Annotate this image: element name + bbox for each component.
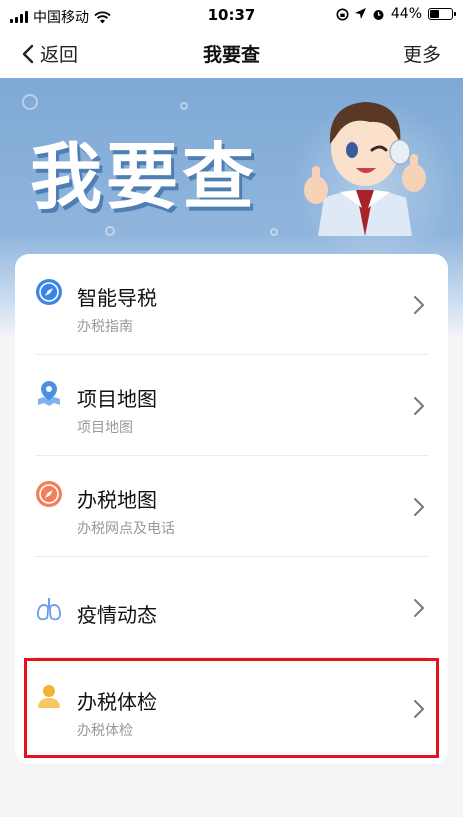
status-bar: 中国移动 10:37 44%: [0, 0, 463, 30]
more-button[interactable]: 更多: [403, 40, 441, 67]
menu-item-title: 办税地图: [77, 488, 157, 512]
menu-item-title: 项目地图: [77, 387, 157, 411]
decor-bubble: [22, 94, 38, 110]
navigation-bar: 返回 我要查 更多: [0, 30, 463, 78]
menu-item-project-map[interactable]: 项目地图 项目地图: [15, 355, 448, 456]
map-location-icon: [38, 381, 60, 406]
menu-card: 智能导税 办税指南 项目地图 项目地图 办税地图 办税网点及电话 疫情动态 办税…: [15, 254, 448, 764]
menu-item-tax-office-map[interactable]: 办税地图 办税网点及电话: [15, 456, 448, 557]
menu-item-subtitle: 办税体检: [77, 723, 133, 739]
alarm-icon: [373, 9, 384, 20]
chevron-right-icon: [414, 296, 424, 314]
location-icon: [354, 8, 366, 19]
compass-orange-icon: [36, 481, 62, 507]
banner-title: 我要查: [30, 135, 259, 219]
status-right: 44%: [336, 6, 456, 22]
battery-icon: [428, 8, 456, 20]
menu-item-subtitle: 办税网点及电话: [77, 521, 175, 537]
decor-bubble: [180, 102, 188, 110]
decor-bubble: [270, 228, 278, 236]
menu-item-subtitle: 项目地图: [77, 420, 133, 436]
person-icon: [38, 685, 60, 708]
battery-percent: 44%: [390, 6, 422, 22]
menu-item-subtitle: 办税指南: [77, 319, 133, 335]
chevron-right-icon: [414, 599, 424, 617]
menu-item-title: 疫情动态: [77, 603, 157, 627]
screen-lock-icon: [336, 8, 349, 20]
chevron-right-icon: [414, 498, 424, 516]
chevron-right-icon: [414, 700, 424, 718]
lungs-icon: [36, 598, 62, 621]
chevron-right-icon: [414, 397, 424, 415]
menu-item-tax-checkup[interactable]: 办税体检 办税体检: [15, 658, 448, 759]
menu-item-smart-tax-guide[interactable]: 智能导税 办税指南: [15, 254, 448, 355]
menu-item-title: 办税体检: [77, 690, 157, 714]
menu-item-epidemic-updates[interactable]: 疫情动态: [15, 557, 448, 658]
tax-officer-mascot: [304, 102, 426, 236]
decor-bubble: [105, 226, 115, 236]
page-title: 我要查: [202, 44, 260, 66]
compass-icon: [36, 279, 62, 305]
menu-item-title: 智能导税: [77, 286, 157, 310]
